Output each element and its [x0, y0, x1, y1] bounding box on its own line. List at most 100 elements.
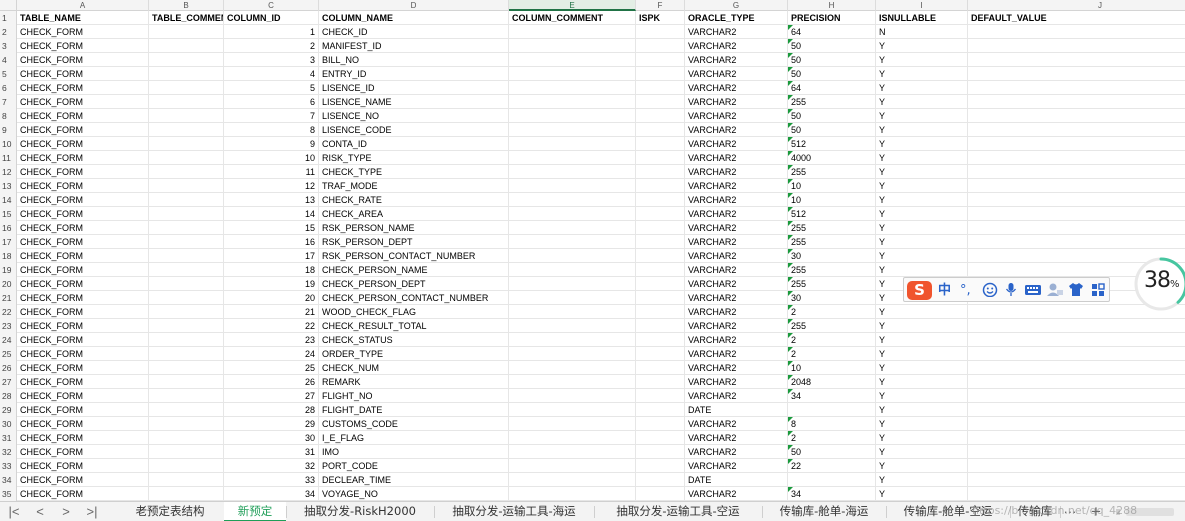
cell[interactable]: IMO	[319, 445, 509, 459]
cell[interactable]: CUSTOMS_CODE	[319, 417, 509, 431]
cell[interactable]	[968, 389, 1185, 403]
cell[interactable]: CHECK_FORM	[17, 235, 149, 249]
cell[interactable]: Y	[876, 249, 968, 263]
cell[interactable]: 8	[788, 417, 876, 431]
cell[interactable]: I_E_FLAG	[319, 431, 509, 445]
cell[interactable]	[968, 151, 1185, 165]
cell[interactable]: VOYAGE_NO	[319, 487, 509, 501]
cell[interactable]: Y	[876, 403, 968, 417]
cell[interactable]: VARCHAR2	[685, 221, 788, 235]
cell[interactable]	[968, 123, 1185, 137]
cell[interactable]: Y	[876, 333, 968, 347]
cell[interactable]: 50	[788, 67, 876, 81]
cell[interactable]	[968, 95, 1185, 109]
cell[interactable]: CHECK_FORM	[17, 487, 149, 501]
cell[interactable]: RSK_PERSON_CONTACT_NUMBER	[319, 249, 509, 263]
cell[interactable]: COLUMN_COMMENT	[509, 11, 636, 25]
cell[interactable]	[149, 221, 224, 235]
cell[interactable]	[509, 417, 636, 431]
cell[interactable]: Y	[876, 487, 968, 501]
cell[interactable]: 7	[224, 109, 319, 123]
cell[interactable]: CHECK_FORM	[17, 39, 149, 53]
cell[interactable]	[636, 95, 685, 109]
cell[interactable]: Y	[876, 459, 968, 473]
cell[interactable]: 50	[788, 123, 876, 137]
cell[interactable]: 2	[224, 39, 319, 53]
row-number[interactable]: 21	[0, 291, 17, 305]
cell[interactable]: TABLE_COMMENT	[149, 11, 224, 25]
row-number[interactable]: 15	[0, 207, 17, 221]
cell[interactable]: 32	[224, 459, 319, 473]
cell[interactable]: 6	[224, 95, 319, 109]
last-sheet-button[interactable]: >|	[80, 504, 104, 520]
cell[interactable]: CHECK_AREA	[319, 207, 509, 221]
cell[interactable]: RISK_TYPE	[319, 151, 509, 165]
cell[interactable]	[149, 235, 224, 249]
cell[interactable]	[509, 263, 636, 277]
cell[interactable]: VARCHAR2	[685, 375, 788, 389]
cell[interactable]	[509, 193, 636, 207]
cell[interactable]	[968, 221, 1185, 235]
cell[interactable]	[636, 151, 685, 165]
cell[interactable]: 22	[788, 459, 876, 473]
cell[interactable]	[636, 417, 685, 431]
cell[interactable]	[149, 389, 224, 403]
cell[interactable]: 64	[788, 25, 876, 39]
cell[interactable]: VARCHAR2	[685, 361, 788, 375]
cell[interactable]: ISPK	[636, 11, 685, 25]
cell[interactable]: 13	[224, 193, 319, 207]
cell[interactable]: 10	[788, 179, 876, 193]
cell[interactable]: CHECK_FORM	[17, 347, 149, 361]
cell[interactable]: 19	[224, 277, 319, 291]
cell[interactable]	[636, 207, 685, 221]
cell[interactable]	[509, 305, 636, 319]
cell[interactable]: Y	[876, 165, 968, 179]
cell[interactable]	[509, 109, 636, 123]
cell[interactable]	[509, 459, 636, 473]
sheet-tab[interactable]: 抽取分发-运输工具-海运	[434, 502, 594, 521]
cell[interactable]: 28	[224, 403, 319, 417]
toolbox-grid-icon[interactable]	[1090, 281, 1106, 300]
cell[interactable]	[509, 333, 636, 347]
column-header-c[interactable]: C	[224, 0, 319, 11]
cell[interactable]: CHECK_FORM	[17, 53, 149, 67]
cell[interactable]: CHECK_FORM	[17, 249, 149, 263]
cell[interactable]	[149, 81, 224, 95]
ime-punctuation-toggle[interactable]: °,	[960, 281, 971, 300]
emoji-icon[interactable]	[982, 281, 998, 300]
cell[interactable]: VARCHAR2	[685, 53, 788, 67]
row-number[interactable]: 30	[0, 417, 17, 431]
cell[interactable]: 255	[788, 319, 876, 333]
cell[interactable]: CHECK_FORM	[17, 389, 149, 403]
cell[interactable]: CHECK_RATE	[319, 193, 509, 207]
cell[interactable]: CHECK_FORM	[17, 291, 149, 305]
cell[interactable]: Y	[876, 417, 968, 431]
row-number[interactable]: 25	[0, 347, 17, 361]
cell[interactable]: VARCHAR2	[685, 319, 788, 333]
cell[interactable]: LISENCE_CODE	[319, 123, 509, 137]
cell[interactable]: 24	[224, 347, 319, 361]
cell[interactable]	[149, 25, 224, 39]
cell[interactable]	[636, 235, 685, 249]
row-number[interactable]: 19	[0, 263, 17, 277]
cell[interactable]	[968, 347, 1185, 361]
cell[interactable]: CHECK_FORM	[17, 305, 149, 319]
cell[interactable]	[149, 109, 224, 123]
sheet-tab[interactable]: 传输库-舱单-海运	[762, 502, 886, 521]
row-number[interactable]: 17	[0, 235, 17, 249]
cell[interactable]: PRECISION	[788, 11, 876, 25]
cell[interactable]	[509, 39, 636, 53]
cell[interactable]: VARCHAR2	[685, 137, 788, 151]
cell[interactable]: 8	[224, 123, 319, 137]
cell[interactable]: ISNULLABLE	[876, 11, 968, 25]
cell[interactable]	[636, 291, 685, 305]
cell[interactable]: 1	[224, 25, 319, 39]
cell[interactable]: Y	[876, 123, 968, 137]
cell[interactable]	[149, 123, 224, 137]
cell[interactable]: CHECK_PERSON_CONTACT_NUMBER	[319, 291, 509, 305]
cell[interactable]: Y	[876, 445, 968, 459]
cell[interactable]: VARCHAR2	[685, 347, 788, 361]
cell[interactable]	[636, 333, 685, 347]
cell[interactable]: 255	[788, 277, 876, 291]
cell[interactable]: Y	[876, 53, 968, 67]
